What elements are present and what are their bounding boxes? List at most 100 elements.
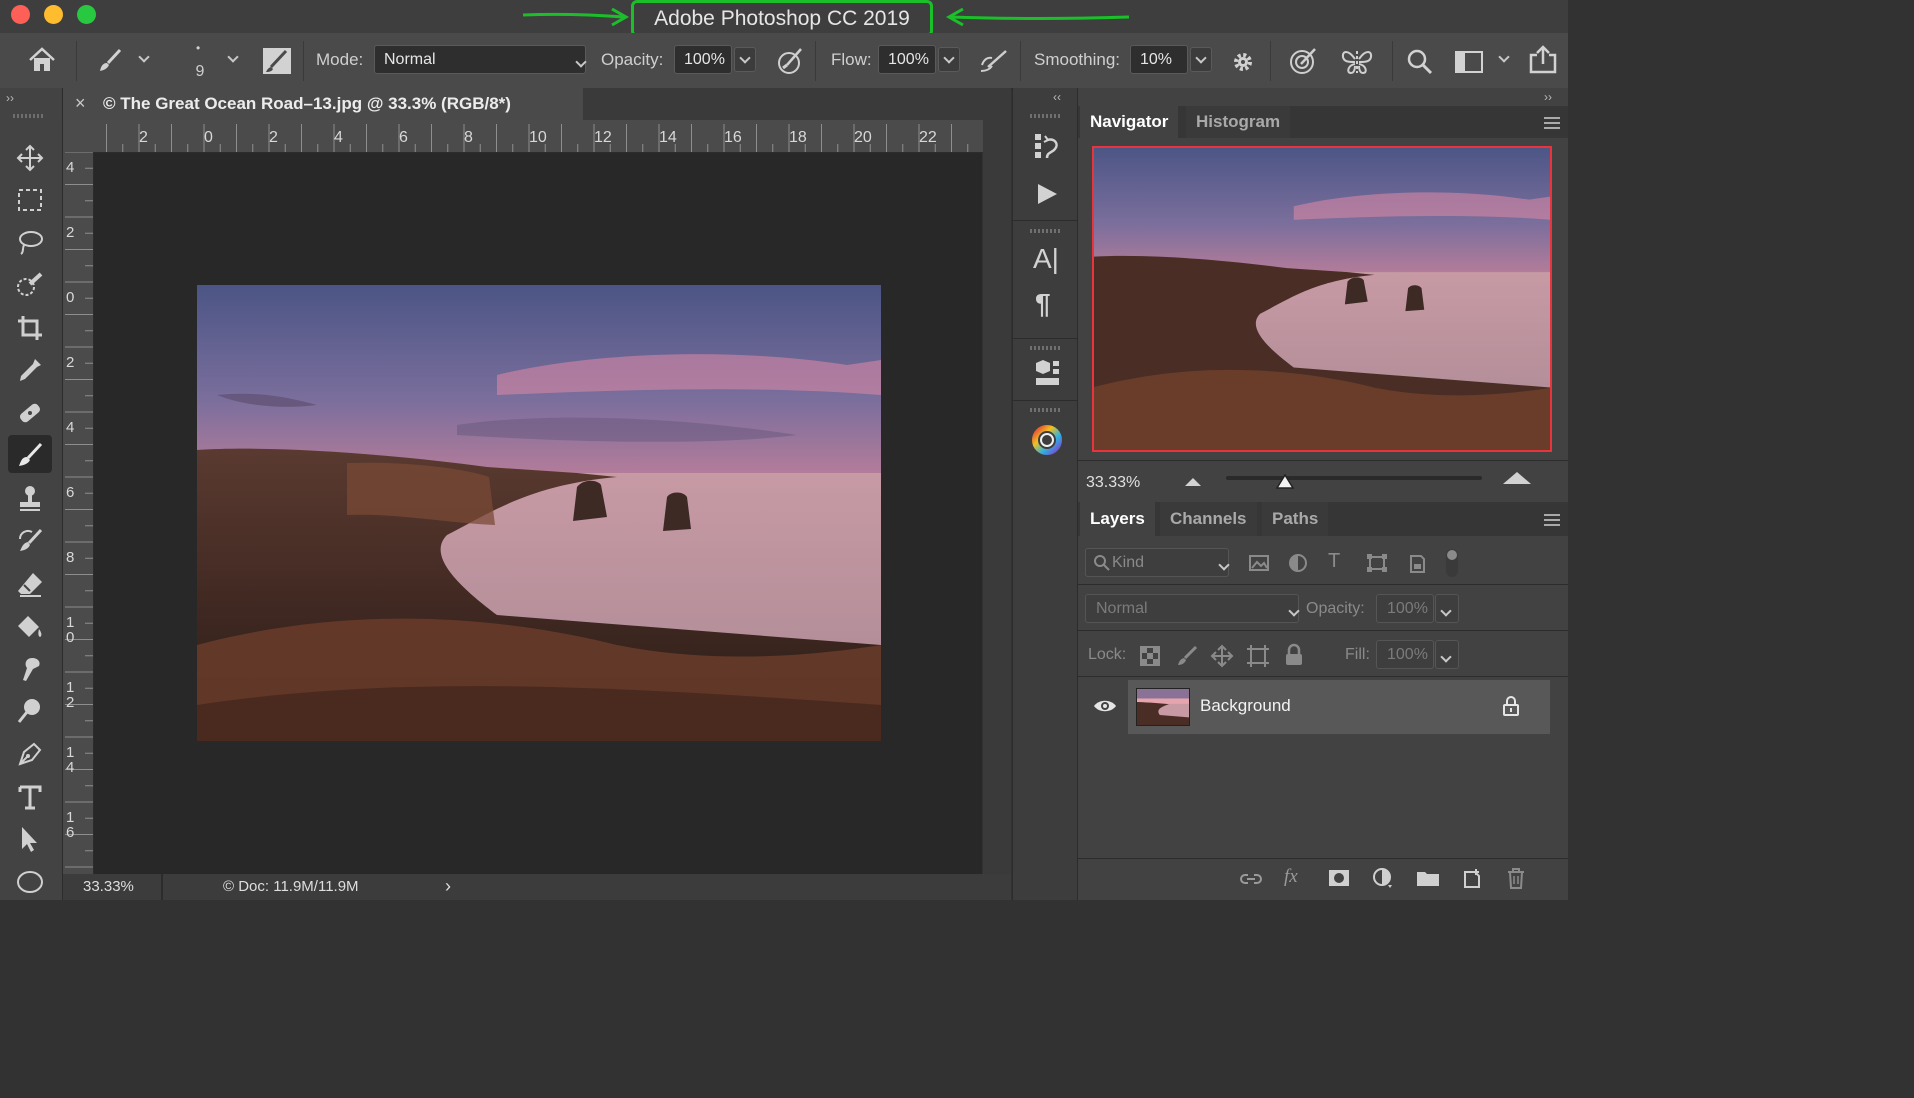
- stamp-tool[interactable]: [8, 478, 52, 516]
- minimize-window-button[interactable]: [44, 5, 63, 24]
- dock-grip[interactable]: [1030, 408, 1060, 412]
- libraries-3d-icon[interactable]: [1033, 358, 1061, 388]
- gear-icon[interactable]: [1230, 49, 1256, 75]
- new-adjustment-layer-icon[interactable]: [1372, 867, 1394, 889]
- brush-size-dropdown[interactable]: [223, 47, 245, 72]
- path-select-tool[interactable]: [8, 819, 52, 857]
- dock-grip[interactable]: [1030, 346, 1060, 350]
- layer-fill-dropdown[interactable]: [1435, 640, 1459, 669]
- paragraph-panel-icon[interactable]: ¶: [1035, 288, 1051, 320]
- brush-settings-panel-icon[interactable]: [262, 47, 292, 75]
- new-layer-icon[interactable]: [1462, 867, 1482, 889]
- smudge-tool[interactable]: [8, 649, 52, 687]
- toolbar-grip[interactable]: [13, 114, 45, 118]
- share-icon[interactable]: [1528, 45, 1558, 75]
- lock-all-icon[interactable]: [1284, 643, 1304, 667]
- mode-select[interactable]: Normal: [374, 45, 586, 74]
- navigator-preview[interactable]: [1092, 146, 1552, 452]
- canvas-area[interactable]: [94, 153, 982, 874]
- horizontal-ruler[interactable]: 202468101214161820222: [93, 120, 984, 153]
- brush-tool[interactable]: [8, 435, 52, 473]
- layers-menu-icon[interactable]: [1544, 514, 1560, 526]
- history-brush-tool[interactable]: [8, 521, 52, 559]
- type-tool[interactable]: [8, 777, 52, 815]
- zoom-slider-track[interactable]: [1226, 473, 1482, 489]
- paint-bucket-tool[interactable]: [8, 607, 52, 645]
- tab-layers[interactable]: Layers: [1080, 502, 1155, 536]
- delete-layer-trash-icon[interactable]: [1506, 867, 1526, 889]
- layer-filter-kind[interactable]: Kind: [1085, 548, 1229, 577]
- flow-dropdown[interactable]: [938, 47, 960, 72]
- status-menu-chevron-icon[interactable]: ›: [445, 876, 451, 897]
- zoom-in-mountain-icon[interactable]: [1502, 470, 1532, 486]
- vertical-ruler[interactable]: 420246810121416: [63, 152, 94, 874]
- smoothing-input[interactable]: 10%: [1130, 45, 1188, 74]
- quick-select-tool[interactable]: [8, 265, 52, 303]
- zoom-window-button[interactable]: [77, 5, 96, 24]
- layer-name[interactable]: Background: [1200, 696, 1291, 716]
- document-tab[interactable]: × © The Great Ocean Road–13.jpg @ 33.3% …: [63, 88, 584, 120]
- dock-grip[interactable]: [1030, 229, 1060, 233]
- filter-toggle[interactable]: [1446, 549, 1458, 577]
- lock-position-icon[interactable]: [1210, 644, 1234, 668]
- layer-fill-input[interactable]: 100%: [1376, 640, 1434, 669]
- crop-tool[interactable]: [8, 308, 52, 346]
- lock-transparency-icon[interactable]: [1140, 646, 1160, 666]
- opacity-dropdown[interactable]: [734, 47, 756, 72]
- vertical-scrollbar[interactable]: [983, 120, 1011, 874]
- color-wheel-icon[interactable]: [1031, 424, 1063, 456]
- dock-grip[interactable]: [1030, 114, 1060, 118]
- ruler-origin[interactable]: [63, 120, 93, 152]
- lock-artboard-icon[interactable]: [1246, 644, 1270, 668]
- layer-style-fx-icon[interactable]: fx: [1284, 866, 1298, 888]
- layer-lock-icon[interactable]: [1502, 695, 1520, 717]
- healing-tool[interactable]: [8, 393, 52, 431]
- smoothing-dropdown[interactable]: [1190, 47, 1212, 72]
- tab-histogram[interactable]: Histogram: [1186, 106, 1291, 138]
- search-icon[interactable]: [1407, 49, 1433, 75]
- status-doc-size[interactable]: © Doc: 11.9M/11.9M: [223, 878, 359, 895]
- marquee-tool[interactable]: [8, 180, 52, 218]
- opacity-input[interactable]: 100%: [674, 45, 732, 74]
- character-panel-icon[interactable]: A|: [1033, 243, 1059, 275]
- close-tab-icon[interactable]: ×: [75, 93, 86, 114]
- ellipse-tool[interactable]: [8, 861, 52, 899]
- history-panel-icon[interactable]: [1033, 132, 1061, 162]
- navigator-menu-icon[interactable]: [1544, 117, 1560, 129]
- filter-smart-object-icon[interactable]: [1408, 552, 1426, 574]
- link-layers-icon[interactable]: [1238, 870, 1264, 888]
- filter-adjustment-icon[interactable]: [1288, 553, 1308, 573]
- pen-tool[interactable]: [8, 734, 52, 772]
- layer-row-body[interactable]: Background: [1128, 680, 1550, 734]
- zoom-out-mountain-icon[interactable]: [1184, 476, 1202, 488]
- move-tool[interactable]: [8, 138, 52, 176]
- home-icon[interactable]: [28, 47, 56, 73]
- flow-input[interactable]: 100%: [878, 45, 936, 74]
- actions-play-icon[interactable]: [1035, 182, 1059, 206]
- airbrush-icon[interactable]: [978, 49, 1010, 73]
- workspace-dropdown[interactable]: [1494, 47, 1516, 72]
- dodge-tool[interactable]: [8, 691, 52, 729]
- close-window-button[interactable]: [11, 5, 30, 24]
- lasso-tool[interactable]: [8, 222, 52, 260]
- collapse-dock-icon[interactable]: ‹‹: [1053, 90, 1061, 104]
- workspace-icon[interactable]: [1455, 51, 1483, 73]
- filter-shape-icon[interactable]: [1366, 553, 1388, 573]
- brush-size-value[interactable]: 9: [190, 63, 210, 81]
- pressure-opacity-icon[interactable]: [775, 47, 805, 75]
- collapse-panels-icon[interactable]: ››: [1544, 90, 1552, 104]
- layer-thumbnail[interactable]: [1136, 688, 1190, 726]
- filter-pixel-icon[interactable]: [1248, 553, 1270, 573]
- tab-paths[interactable]: Paths: [1262, 502, 1329, 536]
- visibility-eye-icon[interactable]: [1093, 698, 1117, 714]
- layer-opacity-input[interactable]: 100%: [1376, 594, 1434, 623]
- navigator-zoom-value[interactable]: 33.33%: [1086, 474, 1140, 492]
- tab-navigator[interactable]: Navigator: [1080, 106, 1179, 138]
- document-image[interactable]: [197, 285, 881, 741]
- brush-preset-dropdown[interactable]: [134, 47, 156, 72]
- new-group-folder-icon[interactable]: [1416, 869, 1440, 887]
- expand-toolbar-icon[interactable]: ››: [6, 91, 14, 105]
- add-mask-icon[interactable]: [1328, 868, 1350, 888]
- brush-preset-icon[interactable]: [96, 47, 124, 75]
- eyedropper-tool[interactable]: [8, 350, 52, 388]
